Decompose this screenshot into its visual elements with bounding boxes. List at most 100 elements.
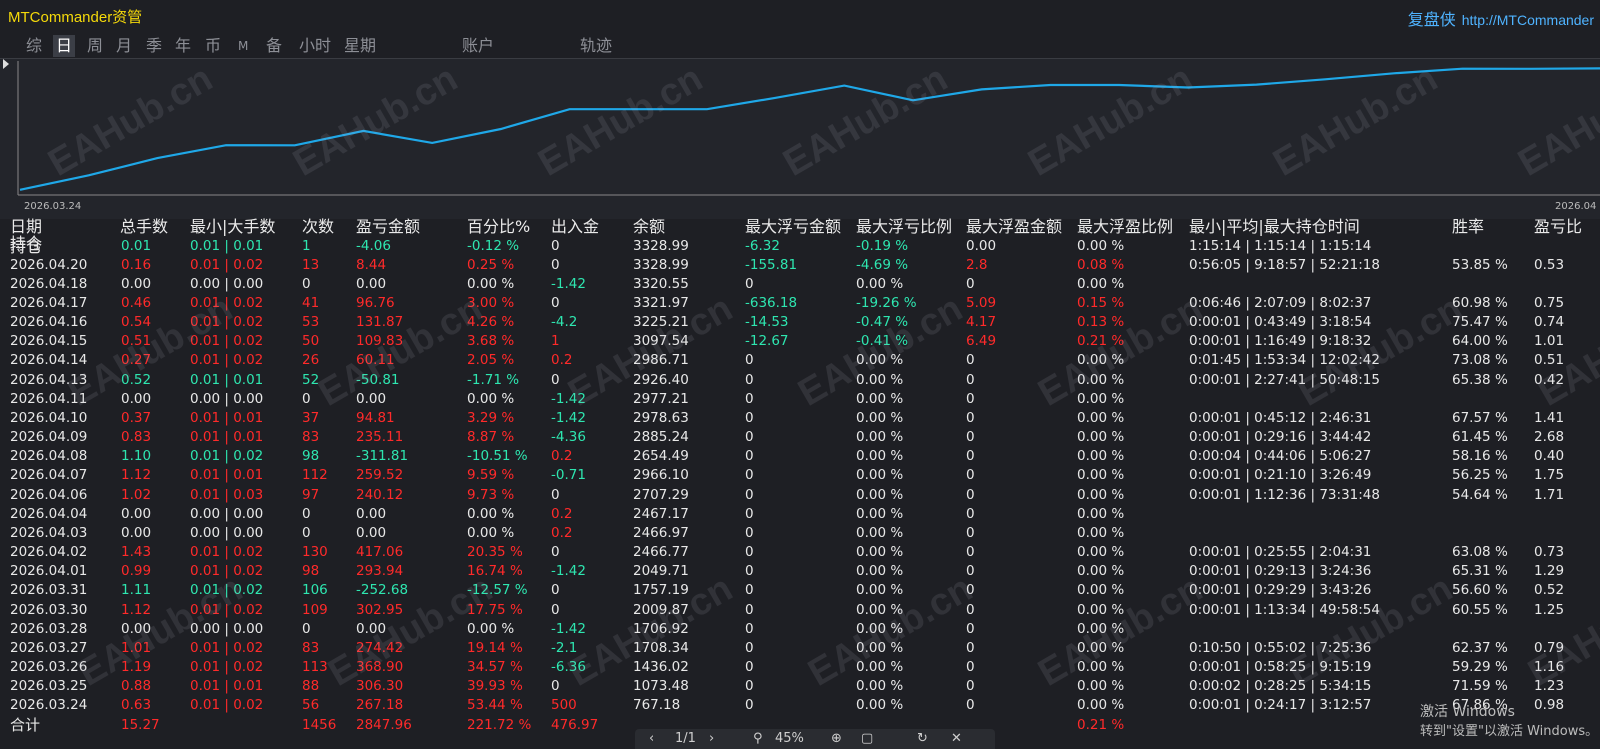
table-row[interactable]: 2026.03.280.000.00 | 0.0000.000.00 %-1.4… [0,620,1600,640]
table-row[interactable]: 2026.04.100.370.01 | 0.013794.813.29 %-1… [0,409,1600,429]
cell: 0 [745,428,754,448]
zoom-in-icon[interactable]: ⊕ [831,731,842,746]
tab-10[interactable]: 星期 [344,35,376,57]
tab-8[interactable]: 备 [266,35,282,57]
cell: 1.16 [1534,658,1564,678]
cell: 0:00:01 | 0:58:25 | 9:15:19 [1189,658,1371,678]
tab-4[interactable]: 季 [146,35,162,57]
table-row[interactable]: 2026.04.071.120.01 | 0.01112259.529.59 %… [0,466,1600,486]
cell: 59.29 % [1452,658,1508,678]
cell: 0.01 | 0.01 [190,428,263,448]
table-row[interactable]: 2026.04.170.460.01 | 0.024196.763.00 %03… [0,294,1600,314]
cell: 2026.04.08 [10,447,87,467]
cell: 0.2 [551,524,572,544]
position-row[interactable]: 持仓0.010.01 | 0.011-4.06-0.12 %03328.99-6… [0,237,1600,257]
cell: 0 [966,486,975,506]
cell: 60.98 % [1452,294,1508,314]
cell: 2026.03.25 [10,677,87,697]
table-row[interactable]: 2026.04.040.000.00 | 0.0000.000.00 %0.22… [0,505,1600,525]
cell: 0.00 % [1077,601,1124,621]
table-row[interactable]: 2026.04.160.540.01 | 0.0253131.874.26 %-… [0,313,1600,333]
cell: 0 [745,562,754,582]
table-row[interactable]: 2026.03.271.010.01 | 0.0283274.4219.14 %… [0,639,1600,659]
table-row[interactable]: 2026.04.150.510.01 | 0.0250109.833.68 %1… [0,332,1600,352]
cell: 0 [966,466,975,486]
rotate-icon[interactable]: ↻ [917,731,928,746]
table-row[interactable]: 2026.04.030.000.00 | 0.0000.000.00 %0.22… [0,524,1600,544]
tab-2[interactable]: 周 [87,35,103,57]
tab-1[interactable]: 日 [53,35,75,57]
cell: 0 [966,696,975,716]
tab-11[interactable]: 账户 [462,35,494,57]
balance-chart-svg: 2026.03.242026.04 [0,59,1600,219]
cell: 0.00 % [856,351,903,371]
header-win-rate: 胜率 [1452,217,1484,237]
cell: 0.99 [121,562,151,582]
table-row[interactable]: 2026.04.110.000.00 | 0.0000.000.00 %-1.4… [0,390,1600,410]
cell: 0:56:05 | 9:18:57 | 52:21:18 [1189,256,1380,276]
cell: 3320.55 [633,275,689,295]
cell: 56.60 % [1452,581,1508,601]
cell: 0.08 % [1077,256,1124,276]
cell: 130 [302,543,328,563]
brand-url: http://MTCommander [1462,12,1594,28]
cell: -12.67 [745,332,789,352]
cell: 0.00 | 0.00 [190,275,263,295]
table-row[interactable]: 2026.04.140.270.01 | 0.022660.112.05 %0.… [0,351,1600,371]
cell: 0 [745,543,754,563]
table-row[interactable]: 2026.04.130.520.01 | 0.0152-50.81-1.71 %… [0,371,1600,391]
tab-0[interactable]: 综 [26,35,42,57]
cell: -6.32 [745,237,780,257]
tab-6[interactable]: 币 [205,35,221,57]
cell: 2466.97 [633,524,689,544]
cell: 0.01 | 0.01 [190,409,263,429]
cell: 1.12 [121,466,151,486]
cell: 2026.04.10 [10,409,87,429]
tab-3[interactable]: 月 [116,35,132,57]
zoom-icon[interactable]: ⚲ [753,731,763,746]
cell: 0 [966,620,975,640]
next-page-icon[interactable]: › [709,731,714,746]
table-row[interactable]: 2026.04.081.100.01 | 0.0298-311.81-10.51… [0,447,1600,467]
delete-icon[interactable]: ✕ [951,731,962,746]
cell: 0.00 % [1077,351,1124,371]
cell: 0:00:01 | 1:16:49 | 9:18:32 [1189,332,1371,352]
table-row[interactable]: 2026.03.311.110.01 | 0.02106-252.68-12.5… [0,581,1600,601]
brand-link[interactable]: 复盘侠http://MTCommander [1408,6,1594,30]
tab-12[interactable]: 轨迹 [580,35,612,57]
table-row[interactable]: 2026.04.180.000.00 | 0.0000.000.00 %-1.4… [0,275,1600,295]
table-row[interactable]: 2026.04.200.160.01 | 0.02138.440.25 %033… [0,256,1600,276]
cell: 0 [551,581,560,601]
cell: 1.12 [121,601,151,621]
prev-page-icon[interactable]: ‹ [649,731,654,746]
cell: 3321.97 [633,294,689,314]
table-row[interactable]: 2026.03.240.630.01 | 0.0256267.1853.44 %… [0,696,1600,716]
table-row[interactable]: 2026.04.021.430.01 | 0.02130417.0620.35 … [0,543,1600,563]
cell: 0.01 | 0.03 [190,486,263,506]
cell: 53.85 % [1452,256,1508,276]
table-row[interactable]: 2026.03.261.190.01 | 0.02113368.9034.57 … [0,658,1600,678]
tab-5[interactable]: 年 [175,35,191,57]
cell: 0:00:01 | 0:21:10 | 3:26:49 [1189,466,1371,486]
cell: 0 [745,658,754,678]
cell: 0.00 % [1077,371,1124,391]
cell: 1 [551,332,560,352]
tab-7[interactable]: M [238,35,248,57]
cell: 476.97 [551,716,598,736]
fit-icon[interactable]: ▢ [861,731,873,746]
table-row[interactable]: 2026.03.301.120.01 | 0.02109302.9517.75 … [0,601,1600,621]
viewer-toolbar: ‹ 1/1 › ⚲ 45% ⊕ ▢ ↻ ✕ [635,729,995,749]
cell: 2026.03.27 [10,639,87,659]
table-row[interactable]: 2026.04.061.020.01 | 0.0397240.129.73 %0… [0,486,1600,506]
cell: 1.41 [1534,409,1564,429]
table-row[interactable]: 2026.04.090.830.01 | 0.0183235.118.87 %-… [0,428,1600,448]
cell: 0.37 [121,409,151,429]
table-row[interactable]: 2026.03.250.880.01 | 0.0188306.3039.93 %… [0,677,1600,697]
cell: 0 [966,658,975,678]
cell: 0.00 % [1077,696,1124,716]
balance-chart: 2026.03.242026.04 [0,58,1600,219]
tab-9[interactable]: 小时 [299,35,331,57]
cell: 63.08 % [1452,543,1508,563]
cell: 0 [966,562,975,582]
table-row[interactable]: 2026.04.010.990.01 | 0.0298293.9416.74 %… [0,562,1600,582]
